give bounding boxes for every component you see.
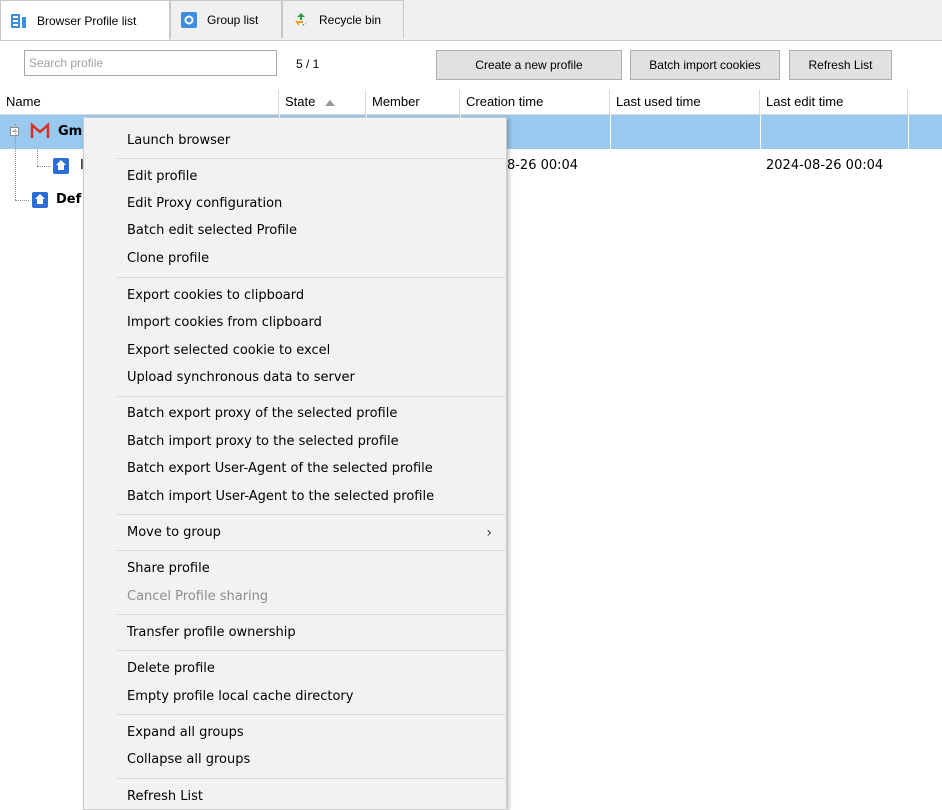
menu-item-label: Batch export User-Agent of the selected … <box>127 461 433 476</box>
menu-item-label: Export cookies to clipboard <box>127 288 305 303</box>
column-label: Member <box>372 94 420 109</box>
menu-item-label: Delete profile <box>127 661 215 676</box>
menu-item-label: Edit profile <box>127 169 198 184</box>
column-label: Last edit time <box>766 94 844 109</box>
menu-item-move-to-group[interactable]: Move to group › <box>84 520 506 546</box>
row-name: Gm <box>58 124 83 139</box>
tab-label: Browser Profile list <box>37 13 137 28</box>
menu-item-cancel-profile-sharing: Cancel Profile sharing <box>84 584 506 610</box>
menu-item-label: Expand all groups <box>127 725 244 740</box>
column-label: Creation time <box>466 94 544 109</box>
menu-item-batch-import-proxy[interactable]: Batch import proxy to the selected profi… <box>84 429 506 455</box>
menu-item-collapse-all-groups[interactable]: Collapse all groups <box>84 747 506 773</box>
gmail-icon <box>30 122 50 143</box>
menu-item-label: Batch import User-Agent to the selected … <box>127 489 435 504</box>
menu-item-batch-export-user-agent[interactable]: Batch export User-Agent of the selected … <box>84 456 506 482</box>
menu-item-label: Batch import proxy to the selected profi… <box>127 434 399 449</box>
create-profile-button[interactable]: Create a new profile <box>436 50 622 80</box>
tab-bar: Browser Profile list Group list Recycle … <box>0 0 942 40</box>
menu-item-label: Batch export proxy of the selected profi… <box>127 406 398 421</box>
batch-import-cookies-button[interactable]: Batch import cookies <box>630 50 780 80</box>
menu-item-export-cookies-to-clipboard[interactable]: Export cookies to clipboard <box>84 283 506 309</box>
menu-item-label: Cancel Profile sharing <box>127 589 269 604</box>
menu-item-share-profile[interactable]: Share profile <box>84 556 506 582</box>
column-header-creation-time[interactable]: Creation time <box>460 90 610 115</box>
tab-browser-profile-list[interactable]: Browser Profile list <box>0 0 170 40</box>
menu-item-transfer-profile-ownership[interactable]: Transfer profile ownership <box>84 620 506 646</box>
search-input[interactable] <box>24 50 277 76</box>
menu-item-batch-edit-selected-profile[interactable]: Batch edit selected Profile <box>84 218 506 244</box>
column-label: Name <box>6 94 41 109</box>
menu-item-label: Move to group <box>127 525 221 540</box>
menu-item-batch-import-user-agent[interactable]: Batch import User-Agent to the selected … <box>84 484 506 510</box>
menu-item-label: Refresh List <box>127 789 203 804</box>
menu-item-edit-profile[interactable]: Edit profile <box>84 164 506 190</box>
menu-item-label: Collapse all groups <box>127 752 251 767</box>
page-indicator: 5 / 1 <box>296 57 320 71</box>
menu-item-edit-proxy-configuration[interactable]: Edit Proxy configuration <box>84 191 506 217</box>
menu-item-label: Import cookies from clipboard <box>127 315 322 330</box>
column-header-state[interactable]: State <box>279 90 366 115</box>
tab-group-list[interactable]: Group list <box>170 0 282 38</box>
menu-item-launch-browser[interactable]: Launch browser <box>84 128 506 154</box>
refresh-list-button[interactable]: Refresh List <box>789 50 892 80</box>
menu-item-refresh-list[interactable]: Refresh List <box>84 784 506 810</box>
menu-item-label: Share profile <box>127 561 210 576</box>
menu-item-label: Upload synchronous data to server <box>127 370 355 385</box>
tab-label: Group list <box>207 12 259 27</box>
sort-ascending-icon <box>325 99 336 106</box>
toolbar: 5 / 1 Create a new profile Batch import … <box>0 40 942 90</box>
column-header-name[interactable]: Name <box>0 90 279 115</box>
column-header-last-edit-time[interactable]: Last edit time <box>760 90 908 115</box>
column-label: State <box>285 94 316 109</box>
menu-item-label: Transfer profile ownership <box>127 625 296 640</box>
profile-list-icon <box>11 13 27 29</box>
chevron-right-icon: › <box>486 525 492 541</box>
menu-item-expand-all-groups[interactable]: Expand all groups <box>84 720 506 746</box>
column-header-last-used-time[interactable]: Last used time <box>610 90 760 115</box>
menu-item-clone-profile[interactable]: Clone profile <box>84 246 506 272</box>
menu-item-upload-synchronous-data[interactable]: Upload synchronous data to server <box>84 365 506 391</box>
menu-item-batch-export-proxy[interactable]: Batch export proxy of the selected profi… <box>84 401 506 427</box>
tab-label: Recycle bin <box>319 12 382 27</box>
context-menu: Launch browser Edit profile Edit Proxy c… <box>83 117 507 810</box>
group-list-icon <box>181 11 197 28</box>
menu-item-delete-profile[interactable]: Delete profile <box>84 656 506 682</box>
menu-item-label: Edit Proxy configuration <box>127 196 283 211</box>
row-last-edit-time: 2024-08-26 00:04 <box>766 158 884 173</box>
menu-item-label: Export selected cookie to excel <box>127 343 331 358</box>
menu-item-label: Empty profile local cache directory <box>127 689 354 704</box>
menu-item-import-cookies-from-clipboard[interactable]: Import cookies from clipboard <box>84 310 506 336</box>
row-name: Def <box>56 192 82 207</box>
menu-item-label: Launch browser <box>127 133 231 148</box>
menu-item-export-selected-cookie-to-excel[interactable]: Export selected cookie to excel <box>84 338 506 364</box>
column-label: Last used time <box>616 94 701 109</box>
column-header-member[interactable]: Member <box>366 90 460 115</box>
home-icon <box>32 192 48 208</box>
menu-item-label: Batch edit selected Profile <box>127 223 298 238</box>
grid-header: Name State Member Creation time Last use… <box>0 90 942 115</box>
menu-item-empty-local-cache[interactable]: Empty profile local cache directory <box>84 684 506 710</box>
tab-recycle-bin[interactable]: Recycle bin <box>282 0 404 38</box>
recycle-bin-icon <box>293 12 309 28</box>
home-icon <box>53 158 69 174</box>
menu-item-label: Clone profile <box>127 251 210 266</box>
